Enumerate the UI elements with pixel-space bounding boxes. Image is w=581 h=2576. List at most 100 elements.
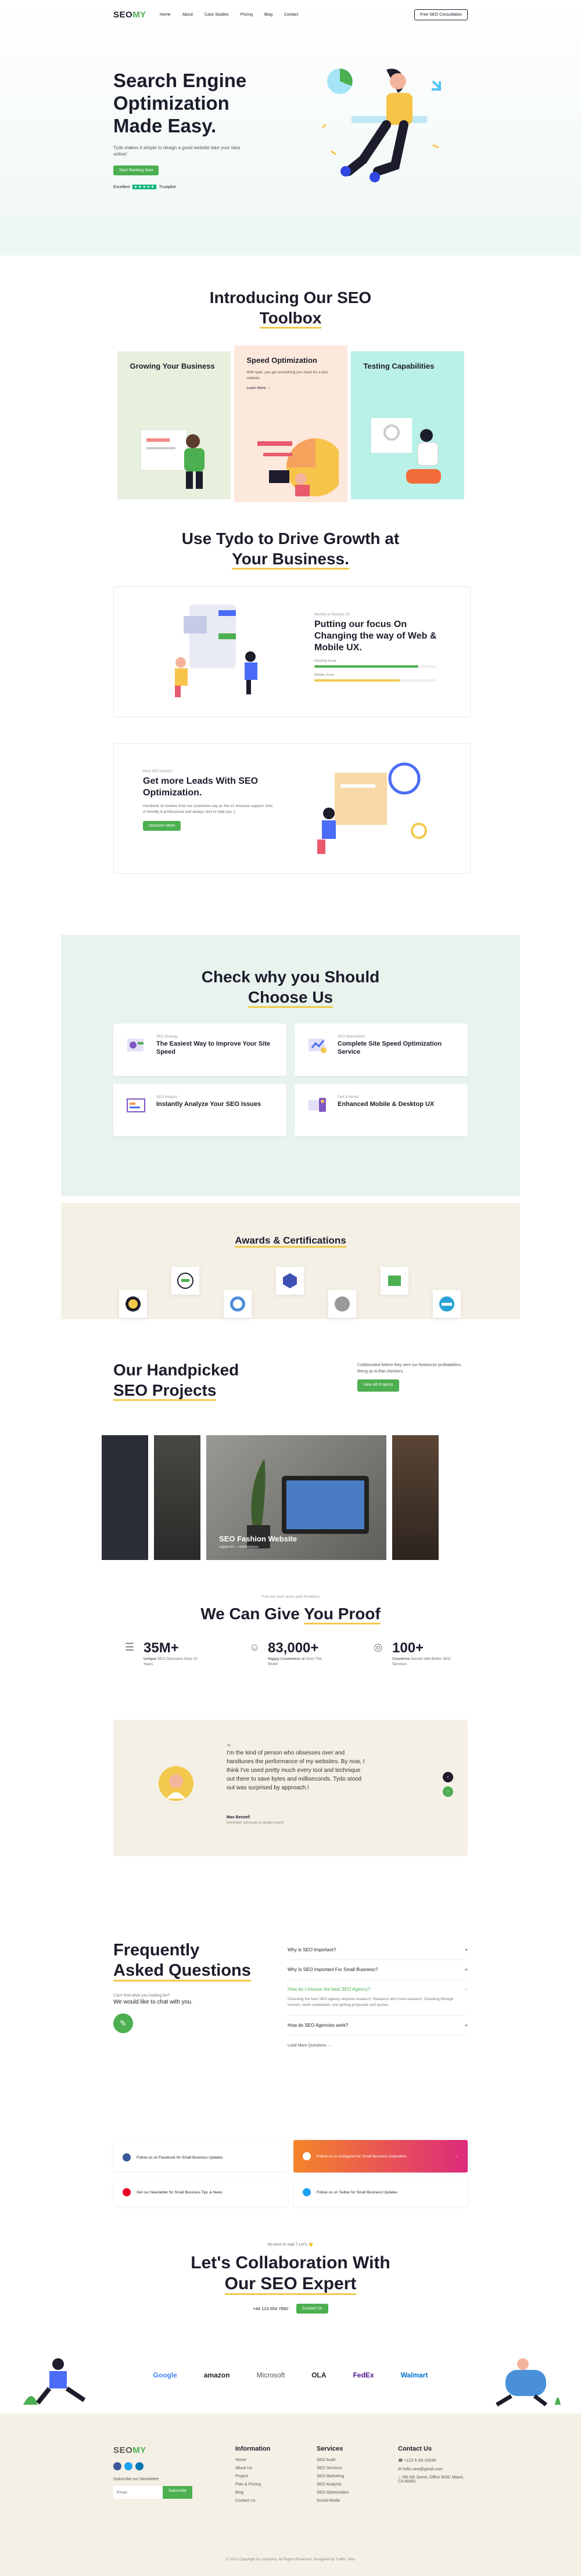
subscribe-button[interactable]: Subscribe xyxy=(163,2486,193,2499)
faq-item[interactable]: Why Is SEO Important For Small Business?… xyxy=(288,1960,468,1980)
amazon-logo: amazon xyxy=(203,2371,230,2379)
project-thumbnail[interactable] xyxy=(102,1435,148,1560)
growth-title: Use Tydo to Drive Growth at Your Business… xyxy=(0,523,581,570)
award-badge xyxy=(171,1267,199,1295)
ola-logo: OLA xyxy=(311,2371,327,2379)
testimonial-quote: I'm the kind of person who obsesses over… xyxy=(227,1750,365,1791)
why-title: Check why you Should Choose Us xyxy=(61,967,520,1008)
start-ranking-button[interactable]: Start Ranking Now xyxy=(113,165,159,176)
address-item: ⌂ 785 5th Street, Office 800C Miami, CA … xyxy=(398,2476,464,2484)
tool-card-text: With tydo, you get everything you need f… xyxy=(246,370,328,380)
footer-link[interactable]: Contact Us xyxy=(235,2499,271,2503)
mobile-issue-bar[interactable] xyxy=(314,679,436,682)
award-seal-icon xyxy=(125,1296,141,1312)
collab-title: Let's Collaboration With Our SEO Expert xyxy=(0,2253,581,2295)
feature-title: Get more Leads With SEO Optimization. xyxy=(143,776,259,798)
footer-link[interactable]: Project xyxy=(235,2474,271,2478)
newsletter-email-input[interactable] xyxy=(113,2486,163,2499)
linkedin-icon[interactable] xyxy=(135,2462,144,2470)
rating: Excellent ★★★★★ Trustpilot xyxy=(113,185,282,190)
rating-label: Excellent xyxy=(113,185,130,189)
facebook-icon xyxy=(123,2153,131,2161)
footer: SEOMY Subscribe our Newsletter Subscribe… xyxy=(0,2413,581,2576)
footer-link[interactable]: SEO Audit xyxy=(317,2458,349,2462)
projects-section: Our Handpicked SEO Projects Collaborated … xyxy=(102,1319,468,1563)
footer-link[interactable]: Home xyxy=(235,2458,271,2462)
footer-link[interactable]: SEO Analysis xyxy=(317,2483,349,2487)
prev-arrow-icon[interactable]: ‹ xyxy=(443,1772,453,1782)
analysis-icon xyxy=(127,1098,145,1112)
nav-item-home[interactable]: Home xyxy=(160,13,171,17)
stat-item: ☰ 35M+ Unique SEO Discovers Over 10 Years xyxy=(125,1640,207,1667)
testimonial-author: Max Benzell xyxy=(227,1815,250,1820)
chat-icon[interactable]: ✎ xyxy=(113,2013,133,2033)
speed-illustration xyxy=(257,438,339,496)
discover-more-button[interactable]: Discover More xyxy=(143,820,181,831)
faq-item[interactable]: How do SEO Agencies work? + xyxy=(288,2016,468,2035)
nav-item-contact[interactable]: Contact xyxy=(284,13,298,17)
testimonial-role: Developer advocate at google export xyxy=(227,1821,284,1825)
award-badge xyxy=(224,1290,252,1318)
footer-logo[interactable]: SEOMY xyxy=(113,2445,160,2455)
tool-card-growing[interactable]: Growing Your Business xyxy=(117,351,231,499)
tool-card-testing[interactable]: Testing Capabilities xyxy=(350,351,464,499)
nav-item-about[interactable]: About xyxy=(182,13,193,17)
phone-number[interactable]: +44 123 654 7890 xyxy=(253,2306,288,2311)
footer-link[interactable]: SEO Marketing xyxy=(317,2474,349,2478)
why-card-speed[interactable]: SEO Strategy The Easiest Way to Improve Y… xyxy=(113,1024,286,1076)
facebook-card[interactable]: Follow us on Facebook for Small Business… xyxy=(113,2143,288,2171)
footer-heading: Services xyxy=(317,2445,343,2452)
facebook-icon[interactable] xyxy=(113,2462,121,2470)
why-card-eyebrow: SEO Strategy xyxy=(156,1035,178,1039)
footer-link[interactable]: Social Media xyxy=(317,2499,349,2503)
awards-title: Awards & Certifications xyxy=(61,1235,520,1248)
footer-link[interactable]: Blog xyxy=(235,2491,271,2495)
footer-link[interactable]: SEO Services xyxy=(317,2466,349,2470)
footer-link[interactable]: Plan & Pricing xyxy=(235,2483,271,2487)
copyright: © 2021 Copyright by company. All Rights … xyxy=(225,2557,356,2561)
pinterest-card[interactable]: Get our Newsletter for Small Business Ti… xyxy=(113,2178,288,2206)
feature-text: Hundreds of reviews from our customers s… xyxy=(143,804,273,814)
footer-link[interactable]: SEO Optimization xyxy=(317,2491,349,2495)
project-thumbnail[interactable] xyxy=(392,1435,439,1560)
growth-section: Use Tydo to Drive Growth at Your Business… xyxy=(0,523,581,935)
optimization-icon xyxy=(309,1039,327,1053)
faq-helper-text: Can't find what you looking for? xyxy=(113,1993,170,1998)
load-more-questions-link[interactable]: Load More Questions → xyxy=(288,2044,468,2048)
tool-card-title: Testing Capabilities xyxy=(363,362,435,370)
faq-section: Frequently Asked Questions Can't find wha… xyxy=(113,1934,468,2132)
testimonial-card: ❝ I'm the kind of person who obsesses ov… xyxy=(113,1720,468,1856)
mobile-issue-label: Mobile Issue xyxy=(314,673,334,677)
why-card-optimization[interactable]: SEO Optimization Complete Site Speed Opti… xyxy=(295,1024,468,1076)
why-card-mobile[interactable]: Fast & Mobile Enhanced Mobile & Desktop U… xyxy=(295,1084,468,1136)
project-title: SEO Fashion Website xyxy=(219,1534,297,1543)
desktop-issue-bar[interactable] xyxy=(314,665,436,668)
free-consultation-button[interactable]: Free SEO Consultation xyxy=(414,9,468,20)
email-item[interactable]: ✉ hello.next@gmail.com xyxy=(398,2467,468,2471)
logo[interactable]: SEOMY xyxy=(113,10,160,20)
nav-item-pricing[interactable]: Pricing xyxy=(241,13,253,17)
project-thumbnail[interactable] xyxy=(154,1435,200,1560)
why-card-eyebrow: SEO Analysis xyxy=(156,1096,178,1099)
social-links xyxy=(113,2462,212,2470)
why-card-eyebrow: SEO Optimization xyxy=(338,1035,365,1039)
instagram-card[interactable]: Follow us on Instagram for Small Busines… xyxy=(293,2140,468,2173)
faq-item-open[interactable]: How do I choose the best SEO Agency? − Ch… xyxy=(288,1980,468,2016)
why-card-analyze[interactable]: SEO Analysis Instantly Analyze Your SEO I… xyxy=(113,1084,286,1136)
nav-item-blog[interactable]: Blog xyxy=(264,13,272,17)
contact-us-button[interactable]: Contact Us xyxy=(296,2304,328,2314)
view-all-projects-button[interactable]: View All Projects xyxy=(357,1379,399,1392)
phone-item[interactable]: ☎ +123 5 3G-33345 xyxy=(398,2458,468,2463)
twitter-card[interactable]: Follow us on Twitter for Small Business … xyxy=(293,2178,468,2206)
next-arrow-icon[interactable]: › xyxy=(443,1786,453,1797)
twitter-icon[interactable] xyxy=(124,2462,132,2470)
walmart-logo: Walmart xyxy=(400,2371,428,2379)
faq-item[interactable]: Why is SEO Important? + xyxy=(288,1940,468,1960)
project-featured[interactable]: SEO Fashion Website Digital Art — Market… xyxy=(206,1435,386,1560)
proof-eyebrow: Find our each since web Providers xyxy=(261,1595,320,1599)
nav-item-case-studies[interactable]: Case Studies xyxy=(205,13,229,17)
customers-icon: ☺ xyxy=(249,1641,260,1653)
tool-card-speed[interactable]: Speed Optimization With tydo, you get ev… xyxy=(234,345,347,502)
learn-more-link[interactable]: Learn More → xyxy=(247,386,271,390)
footer-link[interactable]: About Us xyxy=(235,2466,271,2470)
